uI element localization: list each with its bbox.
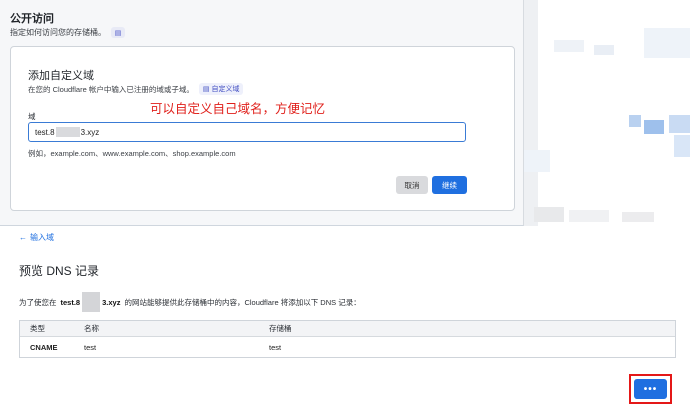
- domain-examples: 例如，example.com、www.example.com、shop.exam…: [28, 149, 236, 158]
- public-access-title: 公开访问: [10, 13, 54, 25]
- continue-button[interactable]: 继续: [432, 176, 467, 194]
- column-header-type: 类型: [30, 324, 45, 333]
- cell-bucket: test: [269, 342, 282, 352]
- dns-desc-suffix: 的网站能够提供此存储桶中的内容，Cloudflare 将添加以下 DNS 记录：: [124, 297, 361, 307]
- column-header-name: 名称: [84, 324, 99, 333]
- cell-type: CNAME: [30, 342, 58, 352]
- add-custom-domain-card: 添加自定义域 在您的 Cloudflare 帐户中输入已注册的域或子域。 ▤ 自…: [10, 46, 515, 211]
- public-access-panel: 公开访问 指定如何访问您的存储桶。 ▤ 添加自定义域 在您的 Cloudflar…: [0, 0, 524, 226]
- column-header-bucket: 存储桶: [269, 324, 292, 333]
- public-access-subtitle-text: 指定如何访问您的存储桶。: [10, 28, 106, 37]
- domain-input-suffix: 3.xyz: [80, 127, 100, 137]
- custom-domain-doc-label: 自定义域: [211, 86, 240, 93]
- domain-field-label: 域: [28, 112, 36, 121]
- domain-input[interactable]: test.8 3.xyz: [28, 122, 466, 142]
- blurred-background: [524, 0, 690, 232]
- dns-domain-prefix: test.8: [60, 297, 81, 307]
- arrow-left-icon: ←: [19, 233, 27, 242]
- dns-preview-panel: ← 输入域 预览 DNS 记录 为了使您在 test.8 3.xyz 的网站能够…: [0, 226, 690, 409]
- table-header: 类型 名称 存储桶: [20, 321, 675, 337]
- custom-domain-doc-link[interactable]: ▤ 自定义域: [198, 83, 244, 95]
- custom-domain-title: 添加自定义域: [28, 70, 94, 82]
- public-access-subtitle: 指定如何访问您的存储桶。 ▤: [10, 27, 125, 38]
- red-annotation: 可以自定义自己域名，方便记忆: [150, 102, 326, 116]
- dns-preview-description: 为了使您在 test.8 3.xyz 的网站能够提供此存储桶中的内容，Cloud…: [19, 292, 361, 312]
- more-options-button[interactable]: •••: [634, 379, 667, 399]
- cancel-button[interactable]: 取消: [396, 176, 428, 194]
- domain-input-prefix: test.8: [35, 127, 55, 137]
- document-icon[interactable]: ▤: [111, 27, 125, 38]
- back-link[interactable]: ← 输入域: [19, 232, 54, 243]
- dns-preview-title: 预览 DNS 记录: [19, 264, 100, 278]
- table-row: CNAME test test: [20, 337, 675, 357]
- custom-domain-subtitle: 在您的 Cloudflare 帐户中输入已注册的域或子域。 ▤ 自定义域: [28, 83, 244, 95]
- dns-desc-prefix: 为了使您在: [19, 297, 57, 307]
- dns-domain-suffix: 3.xyz: [102, 297, 121, 307]
- dns-records-table: 类型 名称 存储桶 CNAME test test: [19, 320, 676, 358]
- redacted-mask: [82, 292, 101, 312]
- back-link-label: 输入域: [30, 233, 54, 242]
- document-icon: ▤: [202, 86, 210, 93]
- cell-name: test: [84, 342, 97, 352]
- redacted-mask: [55, 127, 80, 137]
- custom-domain-subtitle-text: 在您的 Cloudflare 帐户中输入已注册的域或子域。: [28, 84, 194, 94]
